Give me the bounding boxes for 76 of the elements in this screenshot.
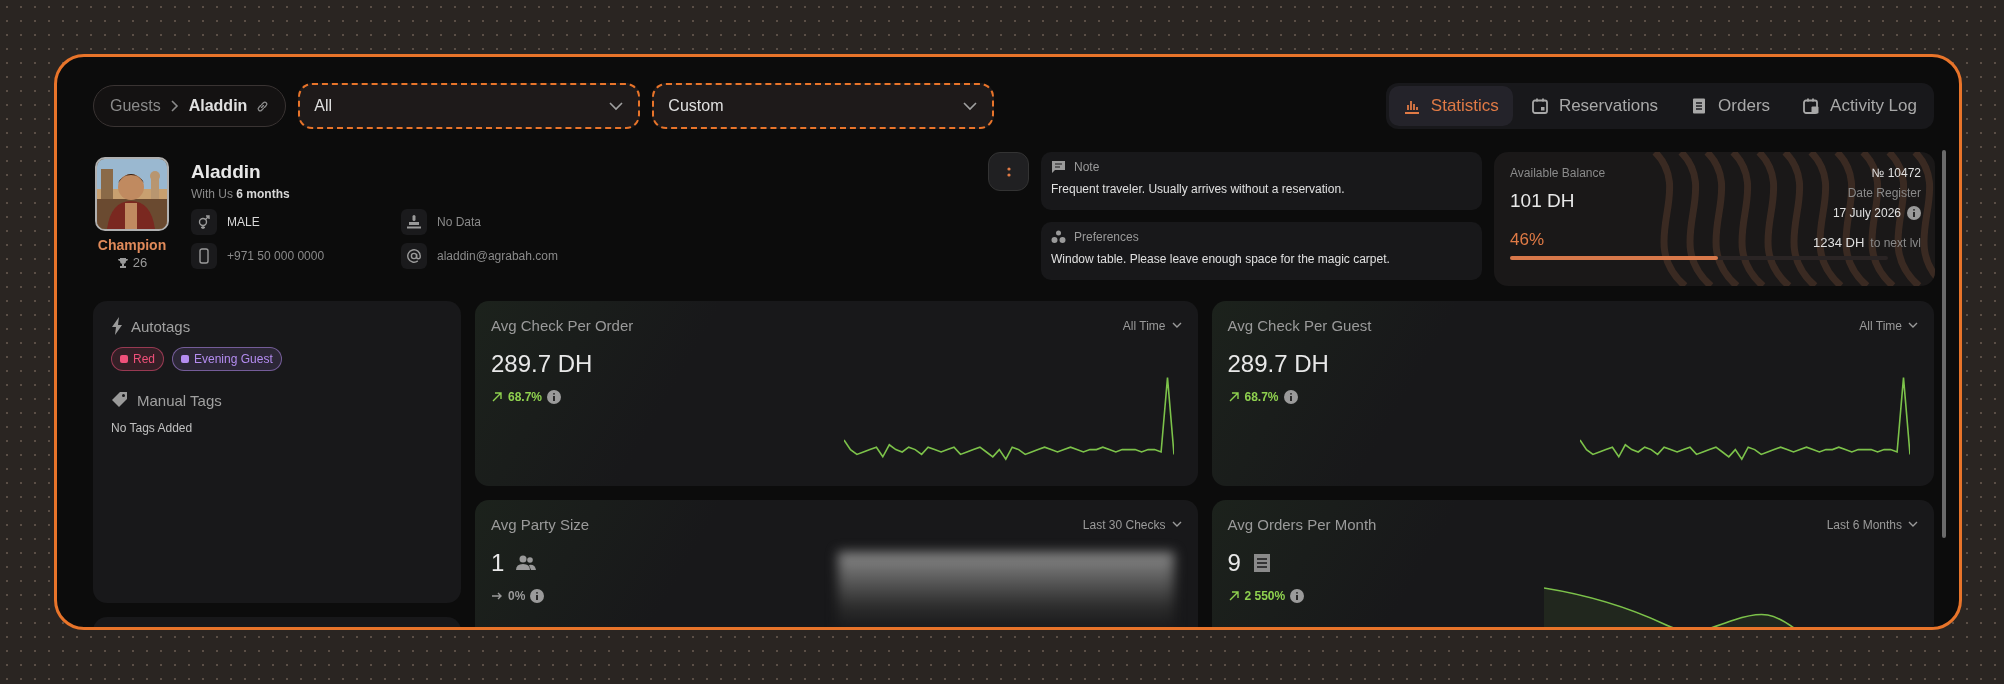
rank-label: Champion [97,237,167,253]
detail-value: aladdin@agrabah.com [437,249,558,263]
at-sign-icon [401,243,427,269]
breadcrumb-link[interactable]: Guests [110,97,161,115]
metric-value: 289.7 DH [1227,350,1329,378]
calendar-icon [1802,97,1821,115]
period-dropdown[interactable]: All Time [1859,318,1918,333]
tab[interactable]: Activity Log [1788,86,1931,126]
calendar-icon [1530,97,1549,115]
section-title: Manual Tags [137,391,222,409]
tag: Evening Guest [172,347,282,371]
period-dropdown[interactable]: All Time [1122,318,1182,333]
metric-value: 1 [491,549,505,577]
chevron-down-icon [1171,322,1182,329]
period-dropdown[interactable]: Last 6 Months [1826,517,1918,532]
tab[interactable]: Orders [1676,86,1785,126]
filter-dropdown[interactable]: Custom [652,83,995,129]
note-text: Frequent traveler. Usually arrives without a reservation. [1051,182,1346,196]
chevron-down-icon [1908,322,1918,329]
detail-value: No Data [437,215,482,229]
phone-icon [191,243,217,269]
card-title: Preferences [1074,230,1139,244]
metric-value: 9 [1227,549,1241,577]
change-percent: 2 550% [1244,589,1286,603]
metric-title: Avg Orders Per Month [1227,516,1377,533]
date-label: Date Register [1847,186,1921,200]
info-icon[interactable] [547,390,562,404]
balance-label: Available Balance [1510,166,1606,180]
chevron-down-icon [1908,521,1918,528]
detail-value: MALE [227,215,260,229]
trophy-icon [116,256,129,269]
metric-title: Avg Check Per Order [491,317,634,334]
link-icon[interactable] [256,99,270,113]
next-level-label: to next lvl [1870,236,1921,250]
chevron-down-icon [962,101,979,111]
breadcrumb-link[interactable]: Aladdin [188,97,248,115]
info-icon[interactable] [530,589,545,603]
section-title: Autotags [131,317,191,335]
filter-dropdown[interactable]: All [298,83,641,129]
tag: Red [111,347,164,371]
metric-title: Avg Party Size [491,516,590,533]
tag-icon [111,391,129,409]
change-percent: 0% [508,589,526,603]
detail-value: +971 50 000 0000 [227,249,325,263]
empty-text: No Tags Added [111,421,194,435]
lightning-icon [111,317,123,335]
comment-icon [1051,160,1066,174]
period-dropdown[interactable]: Last 30 Checks [1082,517,1182,532]
chevron-down-icon [1171,521,1182,528]
people-icon [516,555,537,571]
chevron-down-icon [608,101,625,111]
change-percent: 68.7% [508,390,543,404]
scrollbar[interactable] [1942,150,1946,538]
card-title: Note [1074,160,1100,174]
note-text: Window table. Please leave enough space for the magic carpet. [1051,252,1391,266]
chevron-right-icon [169,99,180,113]
info-icon[interactable] [1907,206,1921,220]
receipt-icon [1252,553,1271,573]
tenure-text: With Us 6 months [191,187,291,201]
register-date: 17 July 2026 [1832,206,1901,220]
gender-icon [191,209,217,235]
tab[interactable]: Reservations [1516,86,1673,126]
balance-amount: 101 DH [1510,190,1576,212]
progress-percent: 46% [1510,230,1545,250]
change-percent: 68.7% [1244,390,1279,404]
metric-title: Avg Check Per Guest [1227,317,1372,334]
info-icon[interactable] [1283,390,1298,404]
stamp-icon [401,209,427,235]
tab[interactable]: Statistics [1388,86,1513,126]
metric-value: 289.7 DH [491,350,593,378]
next-level-amount: 1234 DH [1813,235,1865,250]
points-count: 26 [132,255,148,270]
info-icon[interactable] [1290,589,1305,603]
guest-name: Aladdin [191,161,262,183]
member-number: № 10472 [1871,166,1921,180]
people-icon [1051,230,1066,244]
